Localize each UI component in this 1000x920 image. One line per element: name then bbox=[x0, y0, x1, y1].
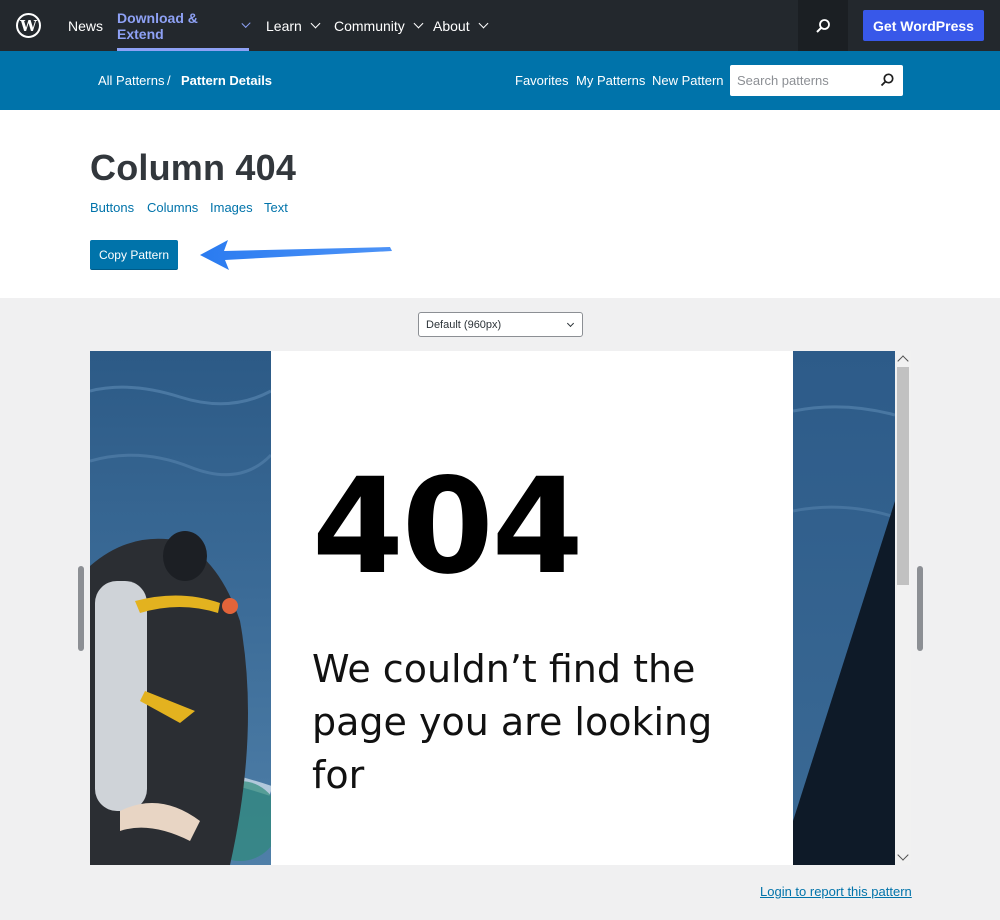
chevron-down-icon bbox=[566, 319, 575, 328]
tag-columns[interactable]: Columns bbox=[147, 200, 198, 215]
my-patterns-link[interactable]: My Patterns bbox=[576, 73, 645, 88]
scroll-down-arrow-icon[interactable] bbox=[897, 849, 909, 861]
error-code-heading: 404 bbox=[312, 450, 584, 604]
global-nav: W News Download & Extend Learn Community… bbox=[0, 0, 1000, 51]
pattern-search-input[interactable] bbox=[730, 65, 870, 96]
nav-item-download-extend[interactable]: Download & Extend bbox=[117, 0, 251, 51]
nav-item-label: Learn bbox=[266, 17, 302, 34]
pattern-search bbox=[730, 65, 903, 96]
preview-resize-handle-left[interactable] bbox=[78, 566, 84, 651]
breadcrumb-current: Pattern Details bbox=[181, 73, 273, 88]
page-title: Column 404 bbox=[90, 147, 297, 188]
pattern-directory-bar: All Patterns / Pattern Details Favorites… bbox=[0, 51, 1000, 110]
search-icon bbox=[816, 18, 830, 33]
nav-item-news[interactable]: News bbox=[68, 0, 103, 51]
global-search-button[interactable] bbox=[798, 0, 848, 51]
tag-text[interactable]: Text bbox=[264, 200, 288, 215]
preview-resize-handle-right[interactable] bbox=[917, 566, 923, 651]
nav-item-learn[interactable]: Learn bbox=[266, 0, 321, 51]
scroll-up-arrow-icon[interactable] bbox=[897, 355, 909, 367]
copy-pattern-button[interactable]: Copy Pattern bbox=[90, 240, 178, 270]
breadcrumb-all-patterns[interactable]: All Patterns bbox=[98, 73, 164, 88]
nav-item-label: Download & Extend bbox=[117, 9, 198, 42]
scrollbar-thumb[interactable] bbox=[897, 367, 909, 585]
report-pattern-link[interactable]: Login to report this pattern bbox=[760, 884, 912, 899]
nav-item-community[interactable]: Community bbox=[334, 0, 424, 51]
chevron-down-icon bbox=[413, 18, 424, 29]
annotation-arrow-icon bbox=[200, 240, 392, 270]
tag-images[interactable]: Images bbox=[210, 200, 253, 215]
ocean-image bbox=[793, 351, 895, 865]
nav-item-label: About bbox=[433, 17, 470, 34]
preview-scrollbar[interactable] bbox=[895, 351, 911, 865]
breadcrumb-separator: / bbox=[167, 73, 171, 88]
chevron-down-icon bbox=[478, 18, 489, 29]
scuba-diver-image bbox=[90, 351, 271, 865]
viewport-select-value: Default (960px) bbox=[426, 318, 502, 331]
nav-item-label: News bbox=[68, 17, 104, 34]
chevron-down-icon bbox=[241, 18, 251, 29]
error-message: We couldn’t find the page you are lookin… bbox=[312, 647, 713, 797]
pattern-preview-frame: 404 We couldn’t find the page you are lo… bbox=[90, 351, 911, 865]
chevron-down-icon bbox=[310, 18, 321, 29]
search-icon[interactable] bbox=[879, 72, 895, 88]
new-pattern-link[interactable]: New Pattern bbox=[652, 73, 724, 88]
get-wordpress-button[interactable]: Get WordPress bbox=[863, 10, 984, 41]
tag-buttons[interactable]: Buttons bbox=[90, 200, 134, 215]
wordpress-logo-icon[interactable]: W bbox=[16, 13, 41, 38]
favorites-link[interactable]: Favorites bbox=[515, 73, 568, 88]
pattern-header: Column 404 Buttons Columns Images Text C… bbox=[0, 110, 1000, 298]
nav-item-about[interactable]: About bbox=[433, 0, 489, 51]
nav-item-label: Community bbox=[334, 17, 405, 34]
viewport-width-select[interactable]: Default (960px) bbox=[418, 312, 583, 337]
